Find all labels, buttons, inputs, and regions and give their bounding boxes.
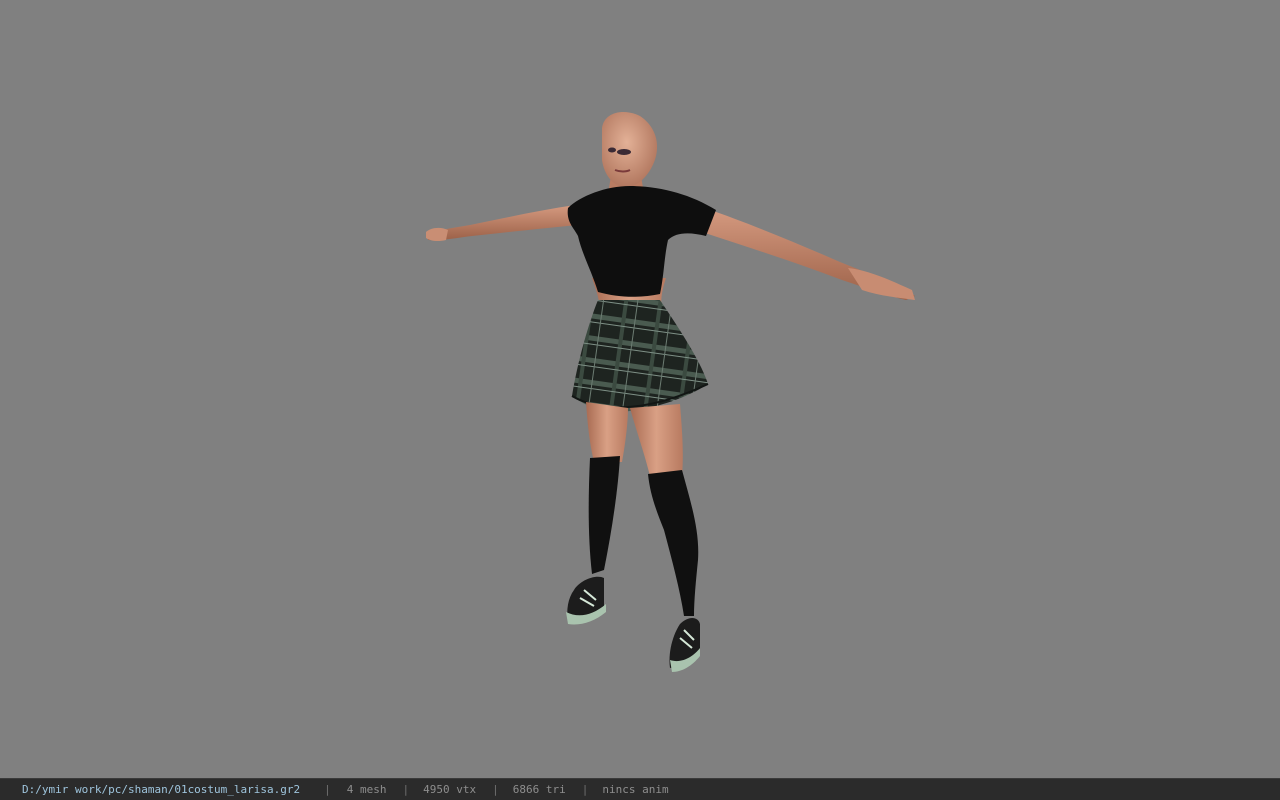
animation-status: nincs anim <box>602 783 669 796</box>
vertex-count: 4950 vtx <box>423 783 477 796</box>
3d-viewport[interactable] <box>0 0 1280 778</box>
separator: | <box>581 783 589 796</box>
triangle-count: 6866 tri <box>512 783 566 796</box>
file-path: D:/ymir work/pc/shaman/01costum_larisa.g… <box>22 783 301 796</box>
mesh-count: 4 mesh <box>346 783 387 796</box>
status-bar: D:/ymir work/pc/shaman/01costum_larisa.g… <box>0 778 1280 800</box>
separator: | <box>402 783 410 796</box>
character-model <box>426 112 915 672</box>
separator: | <box>324 783 331 796</box>
separator: | <box>492 783 499 796</box>
